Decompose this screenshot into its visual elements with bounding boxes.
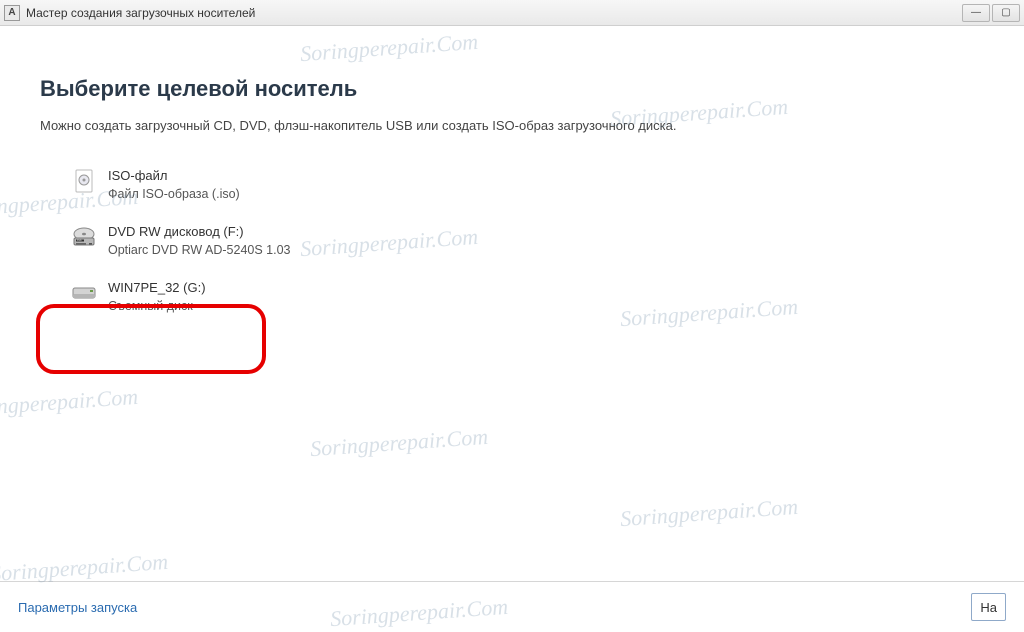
media-option-title: DVD RW дисковод (F:) (108, 223, 290, 241)
app-icon: A (4, 5, 20, 21)
media-option-title: WIN7PE_32 (G:) (108, 279, 206, 297)
maximize-button[interactable]: ▢ (992, 4, 1020, 22)
startup-params-link[interactable]: Параметры запуска (18, 600, 137, 615)
minimize-button[interactable]: — (962, 4, 990, 22)
media-option-desc: Optiarc DVD RW AD-5240S 1.03 (108, 241, 290, 259)
iso-file-icon (70, 167, 98, 195)
media-option-title: ISO-файл (108, 167, 240, 185)
footer: Параметры запуска На (0, 581, 1024, 632)
media-option-iso[interactable]: ISO-файл Файл ISO-образа (.iso) (62, 157, 984, 213)
maximize-icon: ▢ (1001, 7, 1010, 18)
window-title: Мастер создания загрузочных носителей (26, 6, 962, 20)
media-option-desc: Съемный диск (108, 297, 206, 315)
media-option-usb[interactable]: WIN7PE_32 (G:) Съемный диск (62, 269, 984, 325)
media-option-text: DVD RW дисковод (F:) Optiarc DVD RW AD-5… (108, 223, 290, 259)
media-list: ISO-файл Файл ISO-образа (.iso) DVD DVD … (40, 157, 984, 325)
media-option-dvd[interactable]: DVD DVD RW дисковод (F:) Optiarc DVD RW … (62, 213, 984, 269)
page-subtitle: Можно создать загрузочный CD, DVD, флэш-… (40, 118, 984, 133)
page-title: Выберите целевой носитель (40, 76, 984, 102)
minimize-icon: — (971, 7, 981, 18)
media-option-text: ISO-файл Файл ISO-образа (.iso) (108, 167, 240, 203)
removable-drive-icon (70, 279, 98, 307)
content-area: Выберите целевой носитель Можно создать … (0, 26, 1024, 581)
media-option-text: WIN7PE_32 (G:) Съемный диск (108, 279, 206, 315)
titlebar: A Мастер создания загрузочных носителей … (0, 0, 1024, 26)
dvd-drive-icon: DVD (70, 223, 98, 251)
window-controls: — ▢ (962, 4, 1020, 22)
app-icon-letter: A (8, 7, 15, 18)
next-button[interactable]: На (971, 593, 1006, 621)
media-option-desc: Файл ISO-образа (.iso) (108, 185, 240, 203)
svg-text:DVD: DVD (77, 240, 82, 242)
